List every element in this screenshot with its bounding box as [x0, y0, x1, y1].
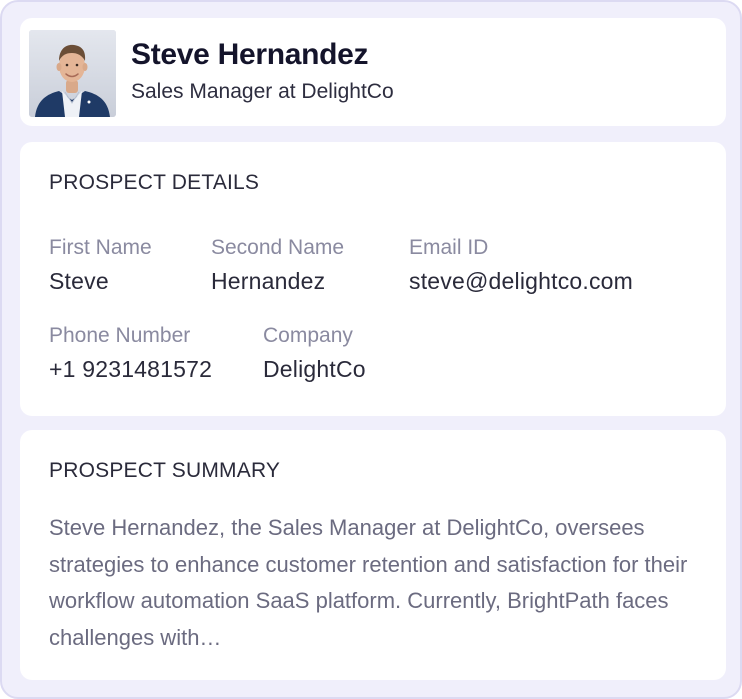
email-label: Email ID — [409, 236, 489, 259]
first-name-field: First Name Steve — [49, 235, 152, 295]
first-name-value: Steve — [49, 268, 109, 294]
phone-value[interactable]: +1 9231481572 — [49, 355, 212, 383]
prospect-summary-card: PROSPECT SUMMARY Steve Hernandez, the Sa… — [20, 430, 726, 680]
prospect-summary-text: Steve Hernandez, the Sales Manager at De… — [49, 515, 688, 650]
prospect-panel: Steve Hernandez Sales Manager at Delight… — [0, 0, 742, 699]
prospect-summary-title: PROSPECT SUMMARY — [49, 459, 281, 482]
phone-field: Phone Number +1 9231481572 — [49, 323, 212, 383]
second-name-field: Second Name Hernandez — [211, 235, 344, 295]
profile-name: Steve Hernandez — [131, 38, 369, 71]
company-field: Company DelightCo — [263, 323, 366, 383]
phone-label: Phone Number — [49, 324, 191, 347]
company-label: Company — [263, 324, 353, 347]
prospect-details-card: PROSPECT DETAILS First Name Steve Second… — [20, 142, 726, 416]
second-name-label: Second Name — [211, 236, 345, 259]
company-value: DelightCo — [263, 356, 366, 382]
profile-card: Steve Hernandez Sales Manager at Delight… — [20, 18, 726, 126]
first-name-label: First Name — [49, 236, 152, 259]
avatar — [29, 30, 116, 117]
profile-role: Sales Manager at DelightCo — [131, 80, 394, 103]
email-value[interactable]: steve@delightco.com — [409, 267, 633, 295]
profile-photo — [29, 30, 116, 117]
prospect-details-title: PROSPECT DETAILS — [49, 171, 260, 194]
email-field: Email ID steve@delightco.com — [409, 235, 633, 295]
second-name-value: Hernandez — [211, 268, 326, 294]
